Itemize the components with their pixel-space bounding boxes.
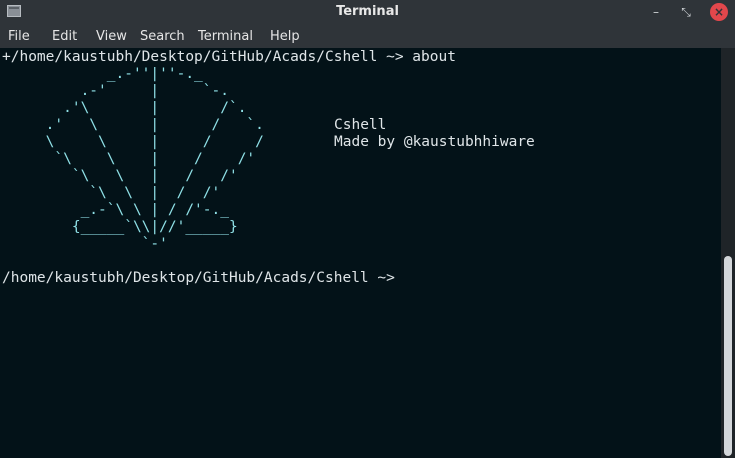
menu-terminal[interactable]: Terminal <box>198 29 253 44</box>
menu-search[interactable]: Search <box>140 29 185 44</box>
menu-bar: File Edit View Search Terminal Help <box>0 25 735 48</box>
terminal-output[interactable]: +/home/kaustubh/Desktop/GitHub/Acads/Csh… <box>0 48 721 458</box>
command-line: +/home/kaustubh/Desktop/GitHub/Acads/Csh… <box>2 49 456 65</box>
menu-help[interactable]: Help <box>270 29 300 44</box>
close-button[interactable]: × <box>710 3 728 21</box>
menu-file[interactable]: File <box>8 29 30 44</box>
menu-edit[interactable]: Edit <box>52 29 77 44</box>
terminal-scrollbar[interactable] <box>721 48 735 458</box>
title-bar: Terminal – ⤡ × <box>0 0 735 25</box>
cshell-ascii-logo: _.-''|''-._ .-' | `-. .'\ | /`. .' \ | /… <box>45 66 264 252</box>
maximize-button[interactable]: ⤡ <box>677 3 695 21</box>
about-title: Cshell <box>334 117 387 133</box>
menu-view[interactable]: View <box>96 29 127 44</box>
window-title: Terminal <box>336 4 399 19</box>
minimize-button[interactable]: – <box>647 3 665 21</box>
about-author: Made by @kaustubhhiware <box>334 134 535 150</box>
shell-prompt: /home/kaustubh/Desktop/GitHub/Acads/Cshe… <box>2 270 395 286</box>
scrollbar-thumb[interactable] <box>724 256 732 456</box>
